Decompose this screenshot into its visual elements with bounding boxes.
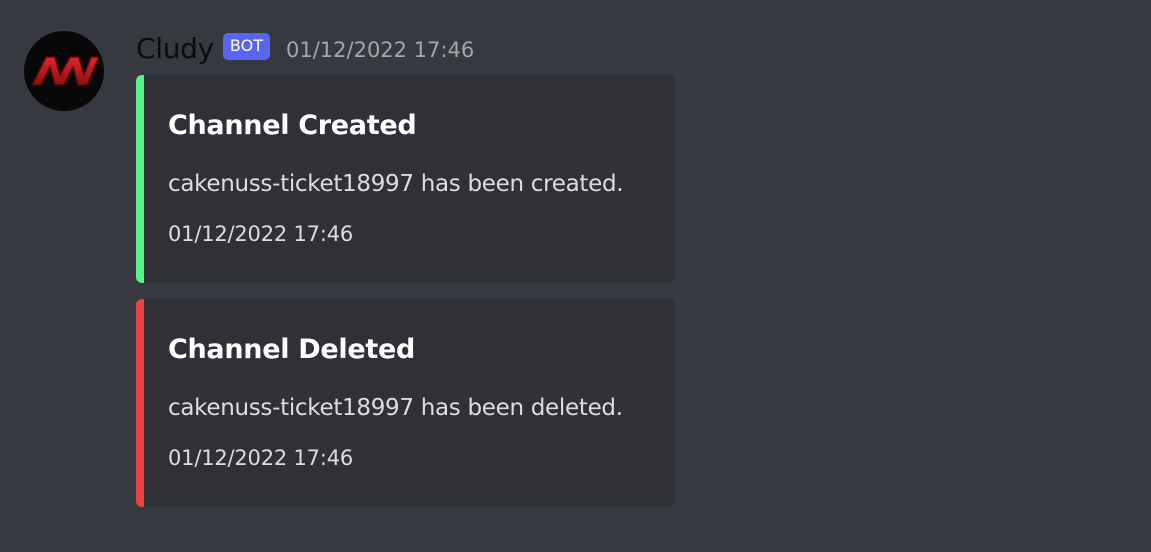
- embed-channel-deleted: Channel Deleted cakenuss-ticket18997 has…: [136, 299, 675, 507]
- red-nw-logo-icon: [31, 56, 100, 86]
- embed-footer-timestamp: 01/12/2022 17:46: [168, 222, 354, 246]
- embed-footer-timestamp: 01/12/2022 17:46: [168, 446, 354, 470]
- chat-message: Cludy BOT 01/12/2022 17:46 Channel Creat…: [0, 0, 1151, 552]
- embed-accent-bar: [136, 299, 144, 507]
- embed-title: Channel Deleted: [168, 334, 416, 365]
- bot-badge: BOT: [222, 32, 270, 60]
- embed-accent-bar: [136, 75, 144, 283]
- message-header: Cludy BOT 01/12/2022 17:46: [136, 28, 474, 68]
- author-name[interactable]: Cludy: [136, 32, 214, 65]
- embed-channel-created: Channel Created cakenuss-ticket18997 has…: [136, 75, 675, 283]
- message-timestamp[interactable]: 01/12/2022 17:46: [286, 38, 474, 62]
- embed-description: cakenuss-ticket18997 has been created.: [168, 171, 624, 197]
- bot-avatar[interactable]: [24, 31, 104, 111]
- embed-title: Channel Created: [168, 110, 417, 141]
- embed-description: cakenuss-ticket18997 has been deleted.: [168, 395, 623, 421]
